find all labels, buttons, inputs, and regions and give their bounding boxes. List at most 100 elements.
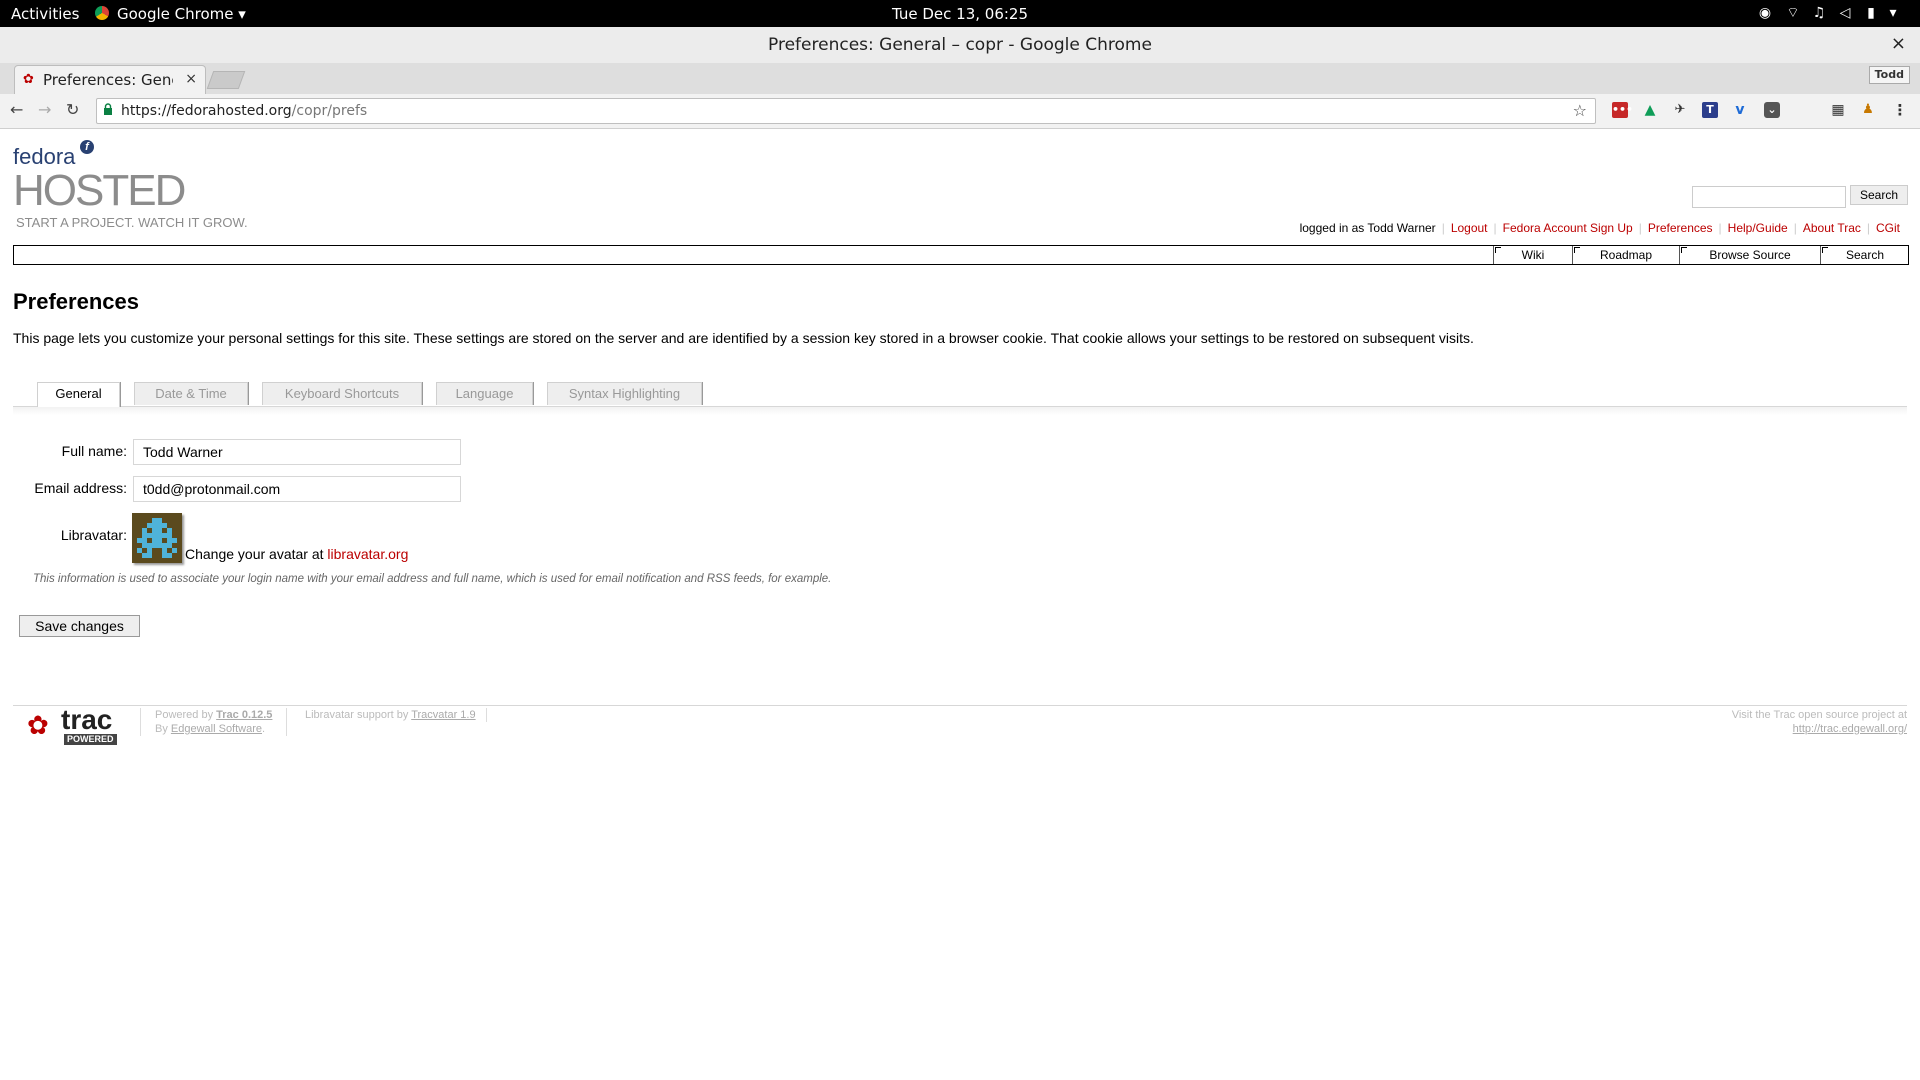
footer-powered-by: Powered by Trac 0.12.5 By Edgewall Softw… — [140, 708, 288, 736]
main-navigation: Wiki Roadmap Browse Source Search — [13, 245, 1909, 265]
activities-button[interactable]: Activities — [11, 5, 79, 23]
avatar-change-label: Change your avatar at — [185, 546, 328, 562]
back-arrow-icon[interactable]: ← — [10, 100, 23, 119]
tab-general[interactable]: General — [37, 382, 120, 407]
system-top-bar: Activities Google Chrome ▾ Tue Dec 13, 0… — [0, 0, 1920, 27]
site-search-button[interactable]: Search — [1850, 185, 1908, 205]
browser-tab-strip: ✿ Preferences: General × Todd — [0, 63, 1920, 95]
meta-navigation: logged in as Todd Warner | Logout | Fedora A… — [1300, 221, 1900, 235]
reload-icon[interactable]: ↻ — [66, 100, 79, 119]
avatar-change-text: Change your avatar at libravatar.org — [185, 546, 408, 562]
nav-roadmap[interactable]: Roadmap — [1572, 246, 1679, 264]
preferences-tabs: General Date & Time Keyboard Shortcuts L… — [13, 382, 1907, 407]
profile-button[interactable]: Todd — [1868, 66, 1910, 84]
chrome-menu-icon[interactable]: ⋮ — [1892, 102, 1908, 118]
page-footer: ✿ trac POWERED Powered by Trac 0.12.5 By… — [13, 704, 1907, 745]
browser-tab[interactable]: ✿ Preferences: General × — [14, 65, 206, 95]
libravatar-label: Libravatar: — [60, 527, 127, 543]
lastpass-extension-icon[interactable]: ••• — [1612, 102, 1633, 118]
chevron-down-icon: ▾ — [238, 5, 246, 23]
clock[interactable]: Tue Dec 13, 06:25 — [0, 5, 1920, 23]
separator: | — [1718, 221, 1722, 235]
volume-muted-icon[interactable]: ◁ — [1836, 4, 1854, 22]
libravatar-link[interactable]: libravatar.org — [327, 546, 408, 562]
by-label: By — [155, 723, 168, 735]
url-text: https://fedorahosted.org/copr/prefs — [121, 103, 367, 119]
app-menu[interactable]: Google Chrome ▾ — [117, 5, 246, 23]
apps-grid-icon[interactable]: ▦ — [1830, 102, 1846, 118]
chevron-down-icon[interactable]: ▾ — [1884, 4, 1902, 22]
edgewall-link[interactable]: Edgewall Software — [171, 723, 262, 735]
preferences-link[interactable]: Preferences — [1648, 221, 1713, 235]
wifi-icon[interactable]: ⌔ — [1784, 4, 1802, 22]
v-extension-icon[interactable]: v — [1732, 102, 1748, 118]
url-host: https://fedorahosted.org — [121, 103, 292, 119]
information-hint: This information is used to associate yo… — [33, 573, 832, 585]
separator: | — [1793, 221, 1797, 235]
separator: | — [1638, 221, 1642, 235]
t-extension-icon[interactable]: T — [1702, 102, 1718, 118]
tab-keyboard-shortcuts[interactable]: Keyboard Shortcuts — [262, 382, 422, 405]
powered-by-label: Powered by — [155, 709, 214, 721]
full-name-field[interactable] — [133, 439, 461, 465]
trac-version-link[interactable]: Trac 0.12.5 — [216, 709, 272, 721]
lock-icon — [104, 103, 112, 115]
nav-browse-source[interactable]: Browse Source — [1679, 246, 1820, 264]
window-title: Preferences: General – copr - Google Chr… — [768, 35, 1152, 55]
trac-url-link[interactable]: http://trac.edgewall.org/ — [1793, 723, 1907, 735]
trac-logo-text: trac — [61, 704, 113, 735]
window-close-button[interactable]: × — [1891, 33, 1906, 54]
app-menu-label: Google Chrome — [117, 5, 234, 23]
site-search-input[interactable] — [1692, 186, 1846, 208]
google-drive-extension-icon[interactable]: ▲ — [1642, 102, 1658, 118]
logout-link[interactable]: Logout — [1451, 221, 1488, 235]
battery-icon[interactable]: ▮ — [1862, 4, 1880, 22]
fedora-hosted-logo[interactable]: fedora f HOSTED START A PROJECT. WATCH I… — [13, 140, 248, 230]
logo-tagline: START A PROJECT. WATCH IT GROW. — [16, 215, 248, 230]
user-extension-icon[interactable]: ♟ — [1860, 102, 1876, 118]
visit-trac-label: Visit the Trac open source project at — [1731, 709, 1907, 721]
pocket-extension-icon[interactable]: ⌄ — [1764, 102, 1780, 118]
fedora-account-signup-link[interactable]: Fedora Account Sign Up — [1503, 221, 1633, 235]
about-trac-link[interactable]: About Trac — [1803, 221, 1861, 235]
nav-wiki[interactable]: Wiki — [1493, 246, 1572, 264]
separator: | — [1441, 221, 1445, 235]
footer-libravatar-support: Libravatar support by Tracvatar 1.9 — [293, 708, 487, 722]
chrome-icon — [95, 6, 109, 20]
tracvatar-link[interactable]: Tracvatar 1.9 — [411, 709, 475, 721]
trac-paw-icon: ✿ — [27, 710, 49, 740]
browser-toolbar: ← → ↻ https://fedorahosted.org/copr/pref… — [0, 94, 1920, 129]
footer-visit-trac: Visit the Trac open source project at ht… — [1732, 708, 1907, 736]
logo-hosted-text: HOSTED — [13, 166, 186, 215]
avatar — [132, 513, 182, 563]
url-path: /copr/prefs — [291, 103, 368, 119]
help-guide-link[interactable]: Help/Guide — [1728, 221, 1788, 235]
browser-tab-title: Preferences: General — [43, 71, 173, 89]
save-changes-button[interactable]: Save changes — [19, 615, 140, 637]
trac-paw-icon: ✿ — [23, 72, 34, 87]
tab-date-time[interactable]: Date & Time — [134, 382, 248, 405]
separator: | — [1493, 221, 1497, 235]
notification-bell-icon[interactable]: ♫ — [1810, 4, 1828, 22]
trac-powered-logo[interactable]: ✿ trac POWERED — [27, 704, 135, 746]
separator: | — [1866, 221, 1870, 235]
logged-in-text: logged in as Todd Warner — [1299, 221, 1436, 235]
satellite-extension-icon[interactable]: ✈ — [1672, 102, 1688, 118]
trac-powered-badge: POWERED — [64, 734, 117, 745]
new-tab-button[interactable] — [206, 71, 246, 89]
email-field[interactable] — [133, 476, 461, 502]
cgit-link[interactable]: CGit — [1876, 221, 1900, 235]
tab-language[interactable]: Language — [436, 382, 533, 405]
email-label: Email address: — [34, 480, 127, 496]
bookmark-star-icon[interactable]: ☆ — [1573, 101, 1587, 120]
window-title-bar: Preferences: General – copr - Google Chr… — [0, 27, 1920, 64]
nav-search[interactable]: Search — [1820, 246, 1909, 264]
forward-arrow-icon[interactable]: → — [38, 100, 51, 119]
tab-syntax-highlighting[interactable]: Syntax Highlighting — [547, 382, 702, 405]
tab-close-icon[interactable]: × — [185, 71, 197, 87]
page-title: Preferences — [13, 289, 139, 314]
record-icon[interactable]: ◉ — [1756, 4, 1774, 22]
full-name-label: Full name: — [61, 443, 127, 459]
tab-content-shade — [13, 407, 1907, 415]
address-bar[interactable]: https://fedorahosted.org/copr/prefs ☆ — [96, 98, 1596, 124]
